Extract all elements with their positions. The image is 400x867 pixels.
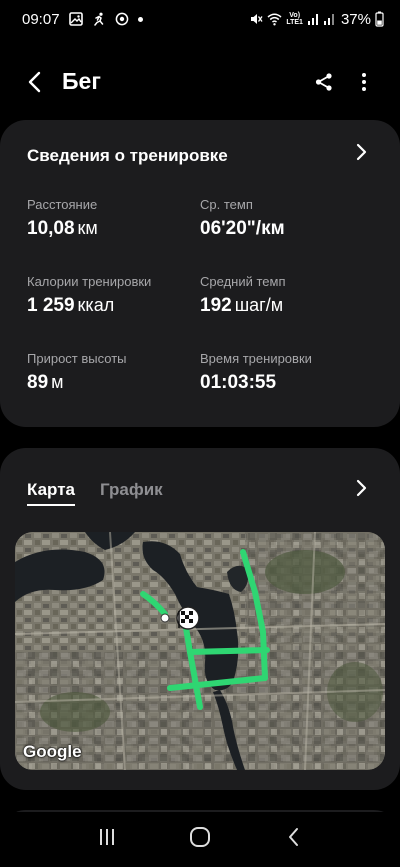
stat-value: 89 м	[27, 372, 127, 394]
stat-number: 89	[27, 372, 49, 393]
map-card: Карта График Google	[0, 448, 400, 790]
stat-unit: шаг/м	[234, 295, 284, 315]
stat-elevation-gain: Прирост высоты 89 м	[27, 351, 127, 394]
battery-icon	[375, 11, 384, 27]
stat-label: Калории тренировки	[27, 274, 152, 289]
page-title: Бег	[62, 68, 101, 94]
lte-icon: Vo) LTE1	[286, 11, 303, 27]
share-icon	[314, 72, 334, 97]
stat-calories: Калории тренировки 1 259 ккал	[27, 274, 151, 317]
workout-details-card[interactable]: Сведения о тренировке Расстояние 10,08 км…	[0, 120, 400, 427]
home-icon	[189, 826, 211, 853]
target-icon	[115, 11, 129, 27]
stat-unit: ккал	[77, 295, 115, 315]
back-nav-icon	[287, 827, 299, 852]
recent-apps-icon	[97, 828, 117, 851]
stat-avg-pace: Ср. темп 06'20"/км	[200, 197, 285, 240]
navigation-bar	[0, 812, 400, 867]
workout-details-title: Сведения о тренировке	[27, 146, 228, 165]
stat-value: 01:03:55	[200, 372, 312, 394]
stat-value: 192 шаг/м	[200, 295, 285, 317]
google-attribution: Google	[23, 742, 82, 761]
stat-label: Время тренировки	[200, 351, 312, 366]
stat-label: Расстояние	[27, 197, 98, 212]
workout-details-chevron[interactable]	[352, 143, 372, 166]
satellite-map-image	[15, 532, 385, 770]
app-bar: Бег	[0, 56, 400, 112]
stat-workout-time: Время тренировки 01:03:55	[200, 351, 312, 394]
share-button[interactable]	[310, 70, 338, 98]
lte-bottom-text: LTE1	[286, 19, 303, 26]
running-icon	[92, 11, 106, 27]
route-map[interactable]: Google	[15, 532, 385, 770]
stat-number: 06'20"/км	[200, 218, 285, 239]
stat-number: 1 259	[27, 295, 75, 316]
stat-value: 06'20"/км	[200, 218, 285, 240]
tab-chart[interactable]: График	[100, 480, 163, 500]
stat-distance: Расстояние 10,08 км	[27, 197, 98, 240]
status-bar: 09:07 Vo) LTE1 37%	[0, 0, 400, 38]
wifi-icon	[267, 11, 282, 27]
notification-dot-icon	[137, 16, 143, 22]
map-card-chevron[interactable]	[352, 479, 372, 502]
back-button[interactable]	[20, 70, 48, 98]
stat-unit: км	[77, 218, 98, 238]
status-time: 09:07	[22, 10, 60, 28]
stat-value: 10,08 км	[27, 218, 98, 240]
signal-icon-2	[323, 11, 335, 27]
stat-number: 192	[200, 295, 232, 316]
recent-apps-button[interactable]	[87, 820, 127, 860]
start-point-icon	[160, 613, 170, 623]
gallery-icon	[68, 11, 83, 27]
back-nav-button[interactable]	[273, 820, 313, 860]
finish-flag-icon	[176, 606, 200, 630]
stat-cadence: Средний темп 192 шаг/м	[200, 274, 285, 317]
back-arrow-icon	[27, 71, 41, 98]
stat-value: 1 259 ккал	[27, 295, 151, 317]
stat-label: Ср. темп	[200, 197, 253, 212]
lte-top-text: Vo)	[289, 12, 301, 19]
stat-unit: м	[51, 372, 64, 392]
stat-label: Средний темп	[200, 274, 286, 289]
more-vertical-icon	[361, 72, 367, 97]
signal-icon	[307, 11, 319, 27]
stat-label: Прирост высоты	[27, 351, 127, 366]
tab-map[interactable]: Карта	[27, 480, 75, 506]
stat-number: 10,08	[27, 218, 75, 239]
more-options-button[interactable]	[350, 70, 378, 98]
battery-percent: 37%	[340, 10, 371, 28]
chevron-right-icon	[356, 479, 368, 502]
chevron-right-icon	[356, 143, 368, 166]
stat-number: 01:03:55	[200, 372, 277, 393]
home-button[interactable]	[180, 820, 220, 860]
mute-icon	[249, 11, 263, 27]
